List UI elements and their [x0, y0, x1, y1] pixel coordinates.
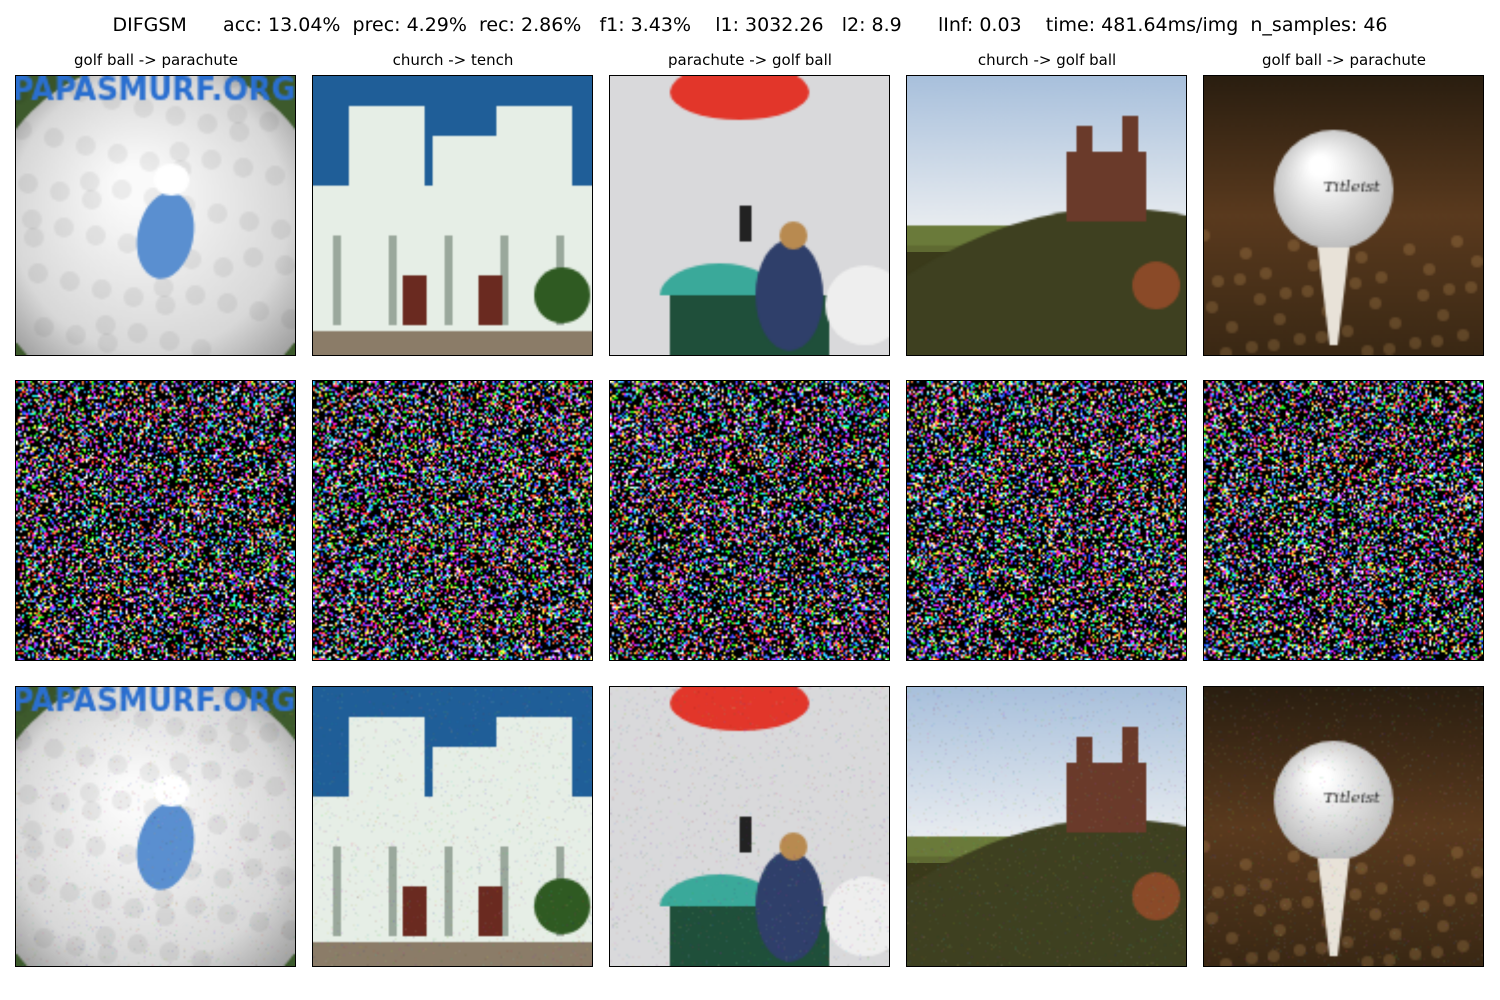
adversarial-image-church-hill: [906, 686, 1187, 967]
perturbation-noise-1: [15, 380, 296, 661]
perturbation-noise-3: [609, 380, 890, 661]
original-image-golf-ball: [15, 75, 296, 356]
original-image-parachute: [609, 75, 890, 356]
adversarial-image-church: [312, 686, 593, 967]
original-image-church: [312, 75, 593, 356]
figure-title: DIFGSM acc: 13.04% prec: 4.29% rec: 2.86…: [112, 14, 1388, 36]
column-title-1: golf ball -> parachute: [74, 51, 238, 69]
column-title-4: church -> golf ball: [977, 51, 1117, 69]
adversarial-image-parachute: [609, 686, 890, 967]
original-image-golf-tee: [1203, 75, 1484, 356]
column-title-5: golf ball -> parachute: [1262, 51, 1426, 69]
original-image-church-hill: [906, 75, 1187, 356]
adversarial-image-golf-ball: [15, 686, 296, 967]
column-title-3: parachute -> golf ball: [668, 51, 832, 69]
perturbation-noise-5: [1203, 380, 1484, 661]
column-title-2: church -> tench: [392, 51, 514, 69]
perturbation-noise-2: [312, 380, 593, 661]
perturbation-noise-4: [906, 380, 1187, 661]
adversarial-image-golf-tee: [1203, 686, 1484, 967]
